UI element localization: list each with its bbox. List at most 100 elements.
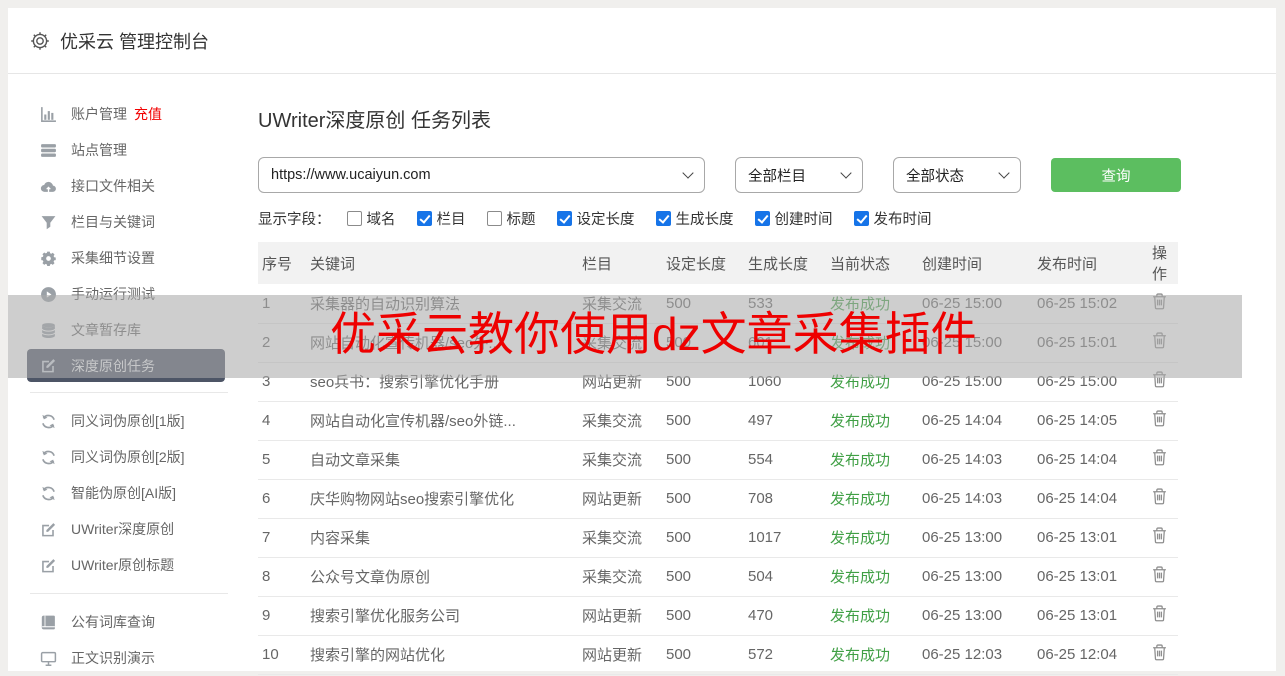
column-select-value: 全部栏目 — [748, 168, 806, 185]
sidebar-item-uwriter-title[interactable]: UWriter原创标题 — [8, 547, 250, 583]
sidebar-item-article-buffer[interactable]: 文章暂存库 — [8, 312, 250, 348]
cell-gen-length: 572 — [736, 635, 818, 675]
cell-ops — [1140, 557, 1178, 597]
table-row: 6 庆华购物网站seo搜索引擎优化 网站更新 500 708 发布成功 06-2… — [258, 479, 1178, 519]
cell-status: 发布成功 — [818, 557, 910, 597]
sidebar-divider — [30, 392, 228, 393]
sidebar-item-sites[interactable]: 站点管理 — [8, 132, 250, 168]
cell-ops — [1140, 323, 1178, 363]
checkbox[interactable] — [655, 211, 671, 226]
book-icon — [40, 614, 57, 631]
sidebar-item-synonym-v1[interactable]: 同义词伪原创[1版] — [8, 403, 250, 439]
trash-icon[interactable] — [1152, 371, 1167, 388]
cell-num: 2 — [258, 323, 298, 363]
col-header-set-length: 设定长度 — [654, 242, 736, 284]
field-column[interactable]: 栏目 — [416, 208, 466, 229]
field-publish-time[interactable]: 发布时间 — [853, 208, 932, 229]
play-circle-icon — [40, 286, 57, 303]
trash-icon[interactable] — [1152, 605, 1167, 622]
trash-icon[interactable] — [1152, 566, 1167, 583]
cell-column: 网站更新 — [570, 362, 654, 402]
cell-gen-length: 1060 — [736, 362, 818, 402]
cell-published: 06-25 13:01 — [1025, 518, 1140, 558]
trash-icon[interactable] — [1152, 332, 1167, 349]
checkbox[interactable] — [346, 211, 362, 226]
database-icon — [40, 322, 57, 339]
cell-num: 4 — [258, 401, 298, 441]
trash-icon[interactable] — [1152, 410, 1167, 427]
cell-status: 发布成功 — [818, 518, 910, 558]
trash-icon[interactable] — [1152, 644, 1167, 661]
sidebar-item-interface-files[interactable]: 接口文件相关 — [8, 168, 250, 204]
display-fields-label: 显示字段： — [258, 212, 331, 228]
main-content: UWriter深度原创 任务列表 https://www.ucaiyun.com… — [250, 74, 1276, 675]
cell-keyword: seo兵书：搜索引擎优化手册 — [298, 362, 570, 402]
checkbox[interactable] — [853, 211, 869, 226]
cell-keyword: 搜索引擎优化服务公司 — [298, 596, 570, 636]
sidebar-item-label: 栏目与关键词 — [71, 214, 155, 230]
column-select[interactable]: 全部栏目 — [735, 157, 863, 193]
field-set-length[interactable]: 设定长度 — [556, 208, 635, 229]
col-header-keyword: 关键词 — [298, 242, 570, 284]
cell-gen-length: 470 — [736, 596, 818, 636]
table-row: 1 采集器的自动识别算法 采集交流 500 533 发布成功 06-25 15:… — [258, 284, 1178, 324]
table-row: 8 公众号文章伪原创 采集交流 500 504 发布成功 06-25 13:00… — [258, 557, 1178, 597]
cell-created: 06-25 13:00 — [910, 557, 1025, 597]
cell-column: 采集交流 — [570, 323, 654, 363]
cell-created: 06-25 13:00 — [910, 596, 1025, 636]
sidebar-item-label: 文章暂存库 — [71, 322, 141, 338]
sidebar-item-deep-original-tasks[interactable]: 深度原创任务 — [27, 349, 225, 382]
top-header: 优采云 管理控制台 — [8, 8, 1276, 74]
field-domain[interactable]: 域名 — [346, 208, 396, 229]
sidebar-item-public-lexicon[interactable]: 公有词库查询 — [8, 604, 250, 640]
sidebar-item-columns-keywords[interactable]: 栏目与关键词 — [8, 204, 250, 240]
cell-num: 5 — [258, 440, 298, 480]
cell-gen-length: 708 — [736, 479, 818, 519]
status-select[interactable]: 全部状态 — [893, 157, 1021, 193]
site-select[interactable]: https://www.ucaiyun.com — [258, 157, 705, 193]
trash-icon[interactable] — [1152, 527, 1167, 544]
field-gen-length[interactable]: 生成长度 — [655, 208, 734, 229]
sidebar-item-label: 采集细节设置 — [71, 250, 155, 266]
field-title[interactable]: 标题 — [486, 208, 536, 229]
cell-set-length: 500 — [654, 323, 736, 363]
table-row: 2 网站自动化宣传机器/seo外... 采集交流 500 601 发布成功 06… — [258, 323, 1178, 363]
cell-published: 06-25 12:04 — [1025, 635, 1140, 675]
sidebar-item-label: 同义词伪原创[2版] — [71, 449, 185, 465]
cell-keyword: 自动文章采集 — [298, 440, 570, 480]
trash-icon[interactable] — [1152, 449, 1167, 466]
checkbox[interactable] — [754, 211, 770, 226]
checkbox[interactable] — [486, 211, 502, 226]
cell-set-length: 500 — [654, 362, 736, 402]
sidebar-item-smart-ai[interactable]: 智能伪原创[AI版] — [8, 475, 250, 511]
trash-icon[interactable] — [1152, 488, 1167, 505]
trash-icon[interactable] — [1152, 293, 1167, 310]
table-row: 3 seo兵书：搜索引擎优化手册 网站更新 500 1060 发布成功 06-2… — [258, 362, 1178, 402]
sidebar-item-collect-settings[interactable]: 采集细节设置 — [8, 240, 250, 276]
cell-ops — [1140, 440, 1178, 480]
sidebar-item-synonym-v2[interactable]: 同义词伪原创[2版] — [8, 439, 250, 475]
query-button[interactable]: 查询 — [1051, 158, 1181, 192]
cell-created: 06-25 13:00 — [910, 518, 1025, 558]
col-header-status: 当前状态 — [818, 242, 910, 284]
sidebar-item-uwriter-deep[interactable]: UWriter深度原创 — [8, 511, 250, 547]
cell-published: 06-25 14:04 — [1025, 479, 1140, 519]
cell-column: 采集交流 — [570, 440, 654, 480]
col-header-created: 创建时间 — [910, 242, 1025, 284]
cell-set-length: 500 — [654, 401, 736, 441]
field-created-time[interactable]: 创建时间 — [754, 208, 833, 229]
cell-ops — [1140, 401, 1178, 441]
sidebar-item-manual-test[interactable]: 手动运行测试 — [8, 276, 250, 312]
cell-status: 发布成功 — [818, 635, 910, 675]
cell-ops — [1140, 518, 1178, 558]
cell-published: 06-25 13:01 — [1025, 596, 1140, 636]
checkbox[interactable] — [556, 211, 572, 226]
display-fields-row: 显示字段： 域名 栏目 标题 设定长度 生成长度 创建时间 发布时间 — [258, 208, 1276, 229]
cell-column: 采集交流 — [570, 401, 654, 441]
cell-num: 6 — [258, 479, 298, 519]
chevron-down-icon — [840, 167, 852, 179]
cell-gen-length: 601 — [736, 323, 818, 363]
sidebar-item-account[interactable]: 账户管理 充值 — [8, 96, 250, 132]
recharge-badge[interactable]: 充值 — [134, 104, 162, 124]
checkbox[interactable] — [416, 211, 432, 226]
